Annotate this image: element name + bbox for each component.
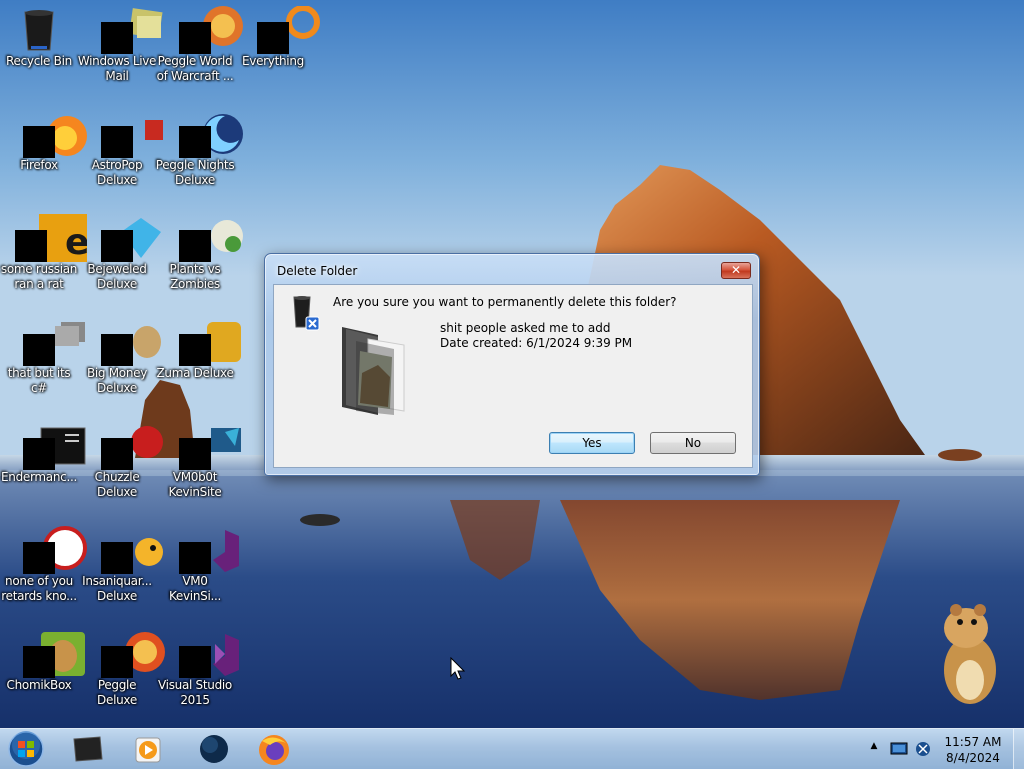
dialog-question: Are you sure you want to permanently del… bbox=[333, 295, 677, 309]
media-player-icon bbox=[135, 737, 161, 763]
desktop-icon-zuma[interactable]: Zuma Deluxe bbox=[155, 312, 241, 381]
network-status-icon[interactable] bbox=[914, 740, 932, 758]
desktop-icon-label: Insaniquar... Deluxe bbox=[82, 574, 152, 603]
zuma-icon bbox=[171, 318, 241, 366]
desktop-icon-label: Visual Studio 2015 bbox=[158, 678, 232, 707]
desktop-icon-label: some russian ran a rat bbox=[0, 262, 78, 291]
firefox-icon bbox=[15, 110, 87, 158]
desktop-icon-label: Bejeweled Deluxe bbox=[87, 262, 147, 291]
system-clock[interactable]: 11:57 AM 8/4/2024 bbox=[940, 734, 1006, 766]
desktop-icon-chomikbox[interactable]: ChomikBox bbox=[0, 624, 85, 693]
app-window-icon bbox=[15, 318, 85, 366]
peggle-icon bbox=[171, 6, 243, 54]
pvz-icon bbox=[171, 214, 243, 262]
visual-studio-icon bbox=[171, 630, 239, 678]
desktop-icon-peggle-wow[interactable]: Peggle World of Warcraft ... bbox=[155, 0, 243, 84]
clock-time: 11:57 AM bbox=[944, 735, 1002, 749]
visual-studio-icon bbox=[171, 526, 239, 574]
desktop-icon-label: Chuzzle Deluxe bbox=[94, 470, 140, 499]
desktop-icon-label: ChomikBox bbox=[6, 678, 72, 692]
chomikbox-icon bbox=[15, 630, 85, 678]
peggle-deluxe-icon bbox=[93, 630, 165, 678]
desktop-icon-label: VM0 KevinSi... bbox=[168, 574, 222, 603]
no-button[interactable]: No bbox=[650, 432, 736, 454]
desktop-icon-label: Peggle World of Warcraft ... bbox=[156, 54, 234, 83]
desktop-icon-insaniquarium[interactable]: Insaniquar... Deluxe bbox=[77, 520, 163, 604]
desktop-icon-label: Windows Live Mail bbox=[77, 54, 157, 83]
desktop-icon-label: Endermanc... bbox=[1, 470, 77, 484]
dialog-title: Delete Folder bbox=[277, 264, 358, 278]
desktop-icon-big-money[interactable]: Big Money Deluxe bbox=[77, 312, 161, 396]
show-desktop-button[interactable] bbox=[1013, 729, 1024, 769]
fish-icon bbox=[93, 526, 163, 574]
app-icon bbox=[15, 526, 87, 574]
firefox-icon bbox=[259, 735, 289, 765]
windows-logo-icon bbox=[8, 731, 44, 767]
desktop-icon-label: Recycle Bin bbox=[6, 54, 72, 68]
folder-date-created: Date created: 6/1/2024 9:39 PM bbox=[440, 336, 633, 350]
terminal-icon bbox=[15, 422, 86, 470]
desktop-icon-vm0b0t[interactable]: VM0b0t KevinSite bbox=[155, 416, 241, 500]
taskbar-explorer[interactable] bbox=[60, 731, 116, 767]
desktop-icon-windows-live-mail[interactable]: Windows Live Mail bbox=[77, 0, 163, 84]
desktop-icon-label: Peggle Nights Deluxe bbox=[155, 158, 235, 187]
dialog-close-button[interactable]: ✕ bbox=[721, 262, 751, 279]
explorer-icon bbox=[73, 736, 103, 762]
desktop-icon-everything[interactable]: Everything bbox=[233, 0, 320, 69]
taskbar-firefox[interactable] bbox=[246, 731, 302, 767]
desktop-icon-label: Plants vs Zombies bbox=[169, 262, 221, 291]
yes-button[interactable]: Yes bbox=[549, 432, 635, 454]
globe-icon bbox=[200, 735, 228, 763]
recycle-bin-icon bbox=[15, 6, 63, 54]
desktop-icon-bejeweled[interactable]: Bejeweled Deluxe bbox=[77, 208, 161, 292]
desktop-icon-chuzzle[interactable]: Chuzzle Deluxe bbox=[77, 416, 163, 500]
mouse-cursor-icon bbox=[450, 657, 466, 680]
desktop-icon-firefox[interactable]: Firefox bbox=[0, 104, 87, 173]
folder-icon bbox=[342, 327, 405, 415]
desktop-icon-visual-studio-2015[interactable]: Visual Studio 2015 bbox=[155, 624, 239, 708]
hamster-icon bbox=[944, 604, 996, 704]
clock-date: 8/4/2024 bbox=[946, 751, 1000, 765]
rat-app-icon: e bbox=[15, 214, 87, 262]
start-button[interactable] bbox=[6, 730, 46, 768]
desktop-icon-label: VM0b0t KevinSite bbox=[168, 470, 222, 499]
taskbar-media-player[interactable] bbox=[120, 731, 176, 767]
desktop-icon-vm0-kevinsi[interactable]: VM0 KevinSi... bbox=[155, 520, 239, 604]
desktop-icon-label: none of you retards kno... bbox=[1, 574, 77, 603]
desktop-icon-recycle-bin[interactable]: Recycle Bin bbox=[0, 0, 79, 69]
everything-search-icon bbox=[249, 6, 320, 54]
mail-icon bbox=[93, 6, 163, 54]
chuzzle-icon bbox=[93, 422, 163, 470]
astropop-icon bbox=[93, 110, 163, 158]
desktop-icon-label: that but its c# bbox=[7, 366, 71, 395]
taskbar-network[interactable] bbox=[186, 731, 242, 767]
desktop-icon-some-russian[interactable]: e some russian ran a rat bbox=[0, 208, 87, 292]
desktop-icon-plants-vs-zombies[interactable]: Plants vs Zombies bbox=[155, 208, 243, 292]
desktop-icon-label: Firefox bbox=[20, 158, 58, 172]
desktop-icon-that-but-its-csharp[interactable]: that but its c# bbox=[0, 312, 85, 396]
delete-folder-dialog[interactable]: Delete Folder ✕ Are you sure you want to… bbox=[264, 253, 760, 476]
desktop-icon-label: Everything bbox=[242, 54, 304, 68]
desktop-icon-astropop[interactable]: AstroPop Deluxe bbox=[77, 104, 163, 188]
desktop-icon-label: Zuma Deluxe bbox=[156, 366, 234, 380]
action-center-icon[interactable] bbox=[890, 742, 908, 756]
desktop-icon-peggle-nights[interactable]: Peggle Nights Deluxe bbox=[155, 104, 243, 188]
desktop-icon-label: AstroPop Deluxe bbox=[91, 158, 143, 187]
dialog-body: Are you sure you want to permanently del… bbox=[273, 284, 753, 468]
show-hidden-icons-button[interactable]: ▲ bbox=[868, 741, 880, 755]
desktop-icon-none-of-you[interactable]: none of you retards kno... bbox=[0, 520, 87, 604]
desktop-icon-endermanc[interactable]: Endermanc... bbox=[0, 416, 86, 485]
desktop-icon-peggle-deluxe[interactable]: Peggle Deluxe bbox=[77, 624, 165, 708]
peggle-nights-icon bbox=[171, 110, 243, 158]
folder-name: shit people asked me to add bbox=[440, 321, 611, 335]
money-bag-icon bbox=[93, 318, 161, 366]
bejeweled-icon bbox=[93, 214, 161, 262]
vm-icon bbox=[171, 422, 241, 470]
desktop-icon-label: Peggle Deluxe bbox=[97, 678, 137, 707]
desktop-icon-label: Big Money Deluxe bbox=[86, 366, 148, 395]
taskbar: ▲ 11:57 AM 8/4/2024 bbox=[0, 728, 1024, 769]
delete-recycle-bin-icon bbox=[293, 296, 320, 331]
